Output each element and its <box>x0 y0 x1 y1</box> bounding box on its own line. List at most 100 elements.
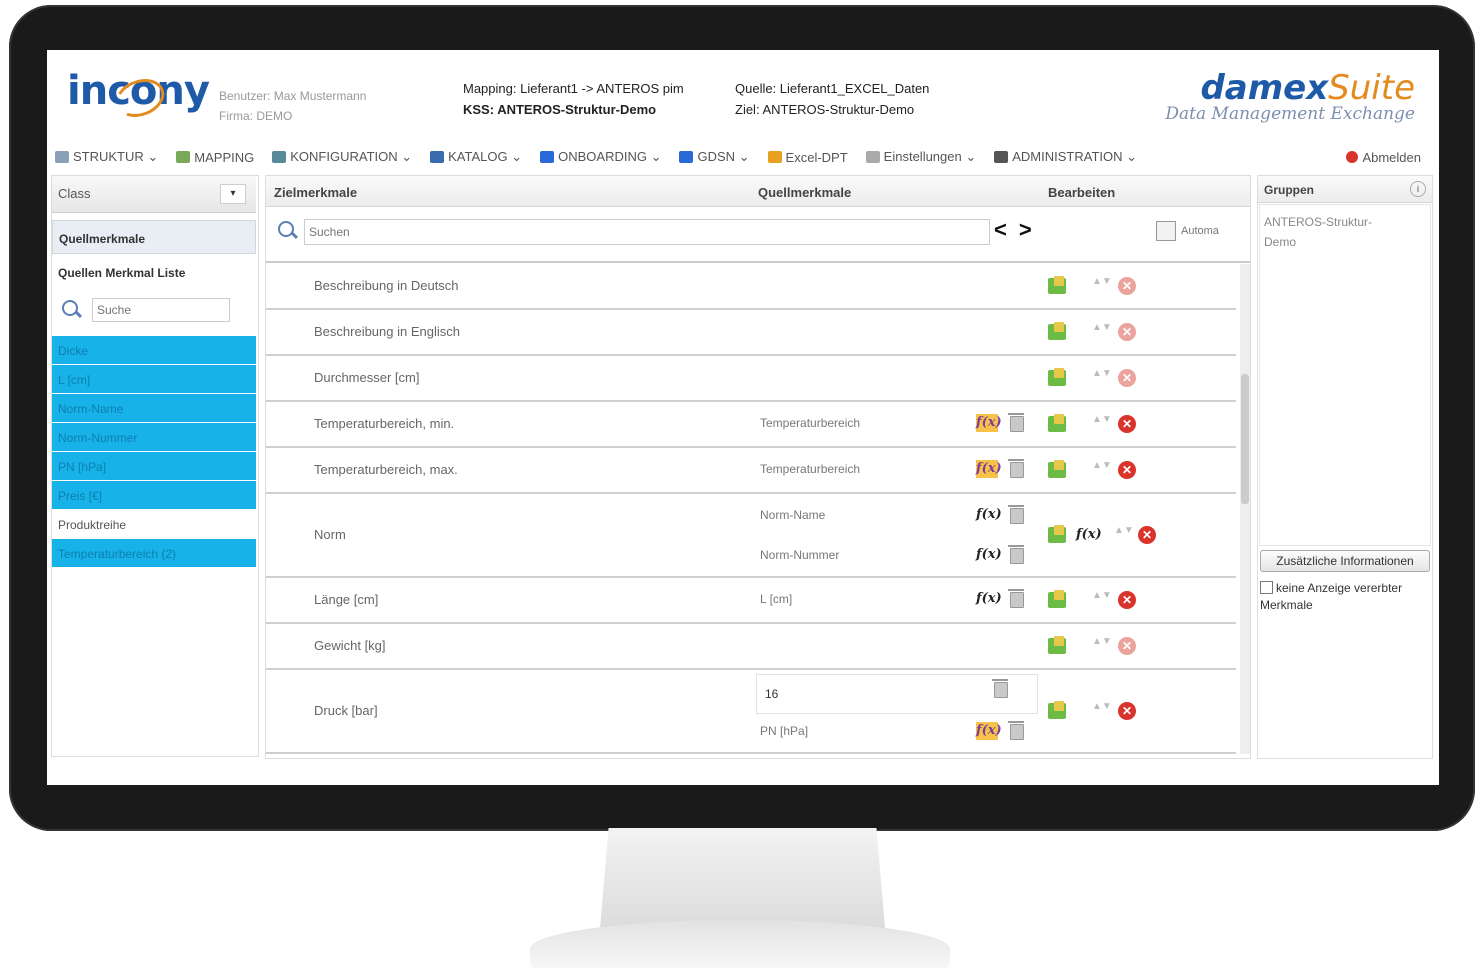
tab-quellmerkmale[interactable]: Quellmerkmale <box>52 220 256 254</box>
config-icon <box>272 151 287 163</box>
list-item[interactable]: Norm-Nummer <box>52 423 256 452</box>
menu-item-structure[interactable]: STRUKTUR ⌄ <box>55 149 158 165</box>
sort-icon[interactable]: ▲▼ <box>1092 323 1112 340</box>
list-item[interactable]: PN [hPa] <box>52 452 256 481</box>
delete-icon[interactable]: ✕ <box>1118 461 1136 479</box>
settings-icon <box>865 151 880 163</box>
menu-item-label: KONFIGURATION ⌄ <box>290 149 413 164</box>
edit-icon[interactable] <box>1048 276 1066 294</box>
class-selector[interactable]: Class ▾ <box>52 176 256 213</box>
function-icon[interactable]: f(x) <box>976 460 1002 478</box>
delete-icon[interactable]: ✕ <box>1118 277 1136 295</box>
edit-icon[interactable] <box>1048 701 1066 719</box>
delete-icon[interactable]: ✕ <box>1118 702 1136 720</box>
trash-icon[interactable] <box>1008 413 1024 432</box>
source-list: Dicke L [cm] Norm-Name Norm-Nummer PN [hPa] P… <box>52 336 256 568</box>
source-list-title: Quellen Merkmal Liste <box>58 266 186 280</box>
target-label: Ziel: ANTEROS-Struktur-Demo <box>735 102 915 117</box>
trash-icon[interactable] <box>1008 545 1024 564</box>
edit-icon[interactable] <box>1048 460 1066 478</box>
sort-icon[interactable]: ▲▼ <box>1092 702 1112 719</box>
table-row: Norm Norm-Name f(x) Norm-Nummer f(x) f(x) ▲▼ ✕ <box>266 494 1236 578</box>
automap-button[interactable]: Automa <box>1156 221 1219 241</box>
additional-info-button[interactable]: Zusätzliche Informationen <box>1260 550 1430 572</box>
edit-icon[interactable] <box>1048 590 1066 608</box>
trash-icon[interactable] <box>992 679 1008 698</box>
function-icon[interactable]: f(x) <box>976 506 1002 524</box>
sort-icon[interactable]: ▲▼ <box>1114 526 1134 543</box>
menu-item-excel[interactable]: Excel-DPT <box>767 150 848 165</box>
trash-icon[interactable] <box>1008 459 1024 478</box>
list-item[interactable]: Temperaturbereich (2) <box>52 539 256 568</box>
menu-item-admin[interactable]: ADMINISTRATION ⌄ <box>994 149 1137 165</box>
sort-icon[interactable]: ▲▼ <box>1092 415 1112 432</box>
trash-icon[interactable] <box>1008 589 1024 608</box>
trash-icon[interactable] <box>1008 505 1024 524</box>
search-icon[interactable] <box>62 300 78 316</box>
mapping-label: Mapping: Lieferant1 -> ANTEROS pim <box>463 81 684 96</box>
table-row: Temperaturbereich, max. Temperaturbereich… <box>266 448 1236 494</box>
source-search-input[interactable] <box>92 298 230 322</box>
groups-panel: Gruppen i ANTEROS-Struktur-Demo Zusätzli… <box>1257 175 1433 759</box>
sort-icon[interactable]: ▲▼ <box>1092 369 1112 386</box>
info-icon[interactable]: i <box>1410 181 1426 197</box>
sort-icon[interactable]: ▲▼ <box>1092 637 1112 654</box>
list-item[interactable]: Produktreihe <box>52 510 256 539</box>
menu-item-catalog[interactable]: KATALOG ⌄ <box>430 149 522 165</box>
list-item[interactable]: L [cm] <box>52 365 256 394</box>
sort-icon[interactable]: ▲▼ <box>1092 461 1112 478</box>
sort-icon[interactable]: ▲▼ <box>1092 277 1112 294</box>
list-item[interactable]: Dicke <box>52 336 256 365</box>
chevron-down-icon[interactable]: ▾ <box>220 184 246 204</box>
app-screen: incony Benutzer: Max Mustermann Firma: D… <box>47 50 1439 785</box>
scrollbar[interactable] <box>1240 264 1250 754</box>
prev-arrow-icon[interactable]: < <box>994 217 1019 242</box>
logout-button[interactable]: Abmelden <box>1346 150 1421 165</box>
inherited-checkbox[interactable] <box>1260 581 1273 594</box>
menu-item-label: ADMINISTRATION ⌄ <box>1012 149 1137 164</box>
function-icon[interactable]: f(x) <box>976 414 1002 432</box>
table-search-input[interactable] <box>304 219 990 245</box>
nav-arrows: <> <box>994 217 1044 243</box>
function-icon[interactable]: f(x) <box>1076 526 1102 544</box>
delete-icon[interactable]: ✕ <box>1138 526 1156 544</box>
menu-item-config[interactable]: KONFIGURATION ⌄ <box>272 149 412 165</box>
delete-icon[interactable]: ✕ <box>1118 323 1136 341</box>
search-icon[interactable] <box>278 221 294 237</box>
damex-brand: damexSuite Data Management Exchange <box>1165 68 1415 124</box>
edit-icon[interactable] <box>1048 414 1066 432</box>
function-icon[interactable]: f(x) <box>976 590 1002 608</box>
menu-item-label: STRUKTUR ⌄ <box>73 149 159 164</box>
menu-item-gdsn[interactable]: GDSN ⌄ <box>679 149 750 165</box>
menu-item-onboarding[interactable]: ONBOARDING ⌄ <box>540 149 661 165</box>
group-item[interactable]: ANTEROS-Struktur-Demo <box>1264 212 1394 252</box>
monitor-base <box>530 920 950 968</box>
brand-accent: Suite <box>1328 68 1415 108</box>
trash-icon[interactable] <box>1008 721 1024 740</box>
delete-icon[interactable]: ✕ <box>1118 415 1136 433</box>
mapping-info: Mapping: Lieferant1 -> ANTEROS pim KSS: … <box>463 78 684 120</box>
automap-icon <box>1156 221 1176 241</box>
source-attribute: Norm-Nummer <box>760 548 840 562</box>
source-attribute: Temperaturbereich <box>760 416 861 430</box>
delete-icon[interactable]: ✕ <box>1118 637 1136 655</box>
delete-icon[interactable]: ✕ <box>1118 369 1136 387</box>
target-attribute: Temperaturbereich, min. <box>314 416 455 431</box>
menu-item-settings[interactable]: Einstellungen ⌄ <box>865 149 976 165</box>
delete-icon[interactable]: ✕ <box>1118 591 1136 609</box>
edit-icon[interactable] <box>1048 525 1066 543</box>
brand-main: damex <box>1200 68 1329 108</box>
logout-label: Abmelden <box>1362 149 1421 165</box>
list-item[interactable]: Norm-Name <box>52 394 256 423</box>
edit-icon[interactable] <box>1048 322 1066 340</box>
edit-icon[interactable] <box>1048 636 1066 654</box>
next-arrow-icon[interactable]: > <box>1019 217 1044 242</box>
edit-icon[interactable] <box>1048 368 1066 386</box>
scrollbar-thumb[interactable] <box>1241 374 1249 504</box>
sort-icon[interactable]: ▲▼ <box>1092 591 1112 608</box>
function-icon[interactable]: f(x) <box>976 722 1002 740</box>
function-icon[interactable]: f(x) <box>976 546 1002 564</box>
excel-icon <box>767 151 782 163</box>
menu-item-mapping[interactable]: MAPPING <box>176 150 254 165</box>
list-item[interactable]: Preis [€] <box>52 481 256 510</box>
